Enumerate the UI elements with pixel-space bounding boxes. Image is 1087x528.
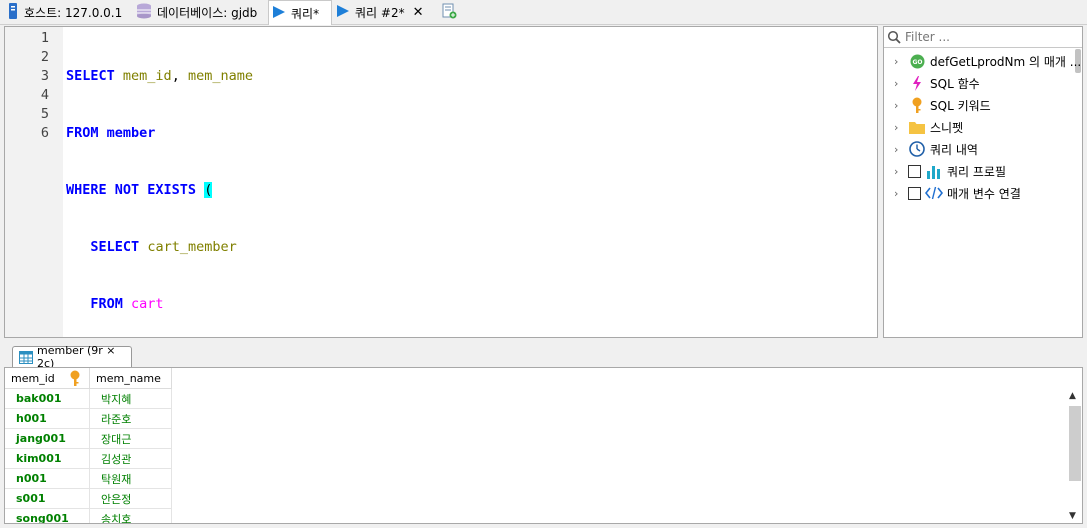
play-icon xyxy=(272,5,286,22)
line-number: 4 xyxy=(40,87,49,103)
folder-icon xyxy=(908,119,926,135)
document-tabbar: 호스트: 127.0.0.1 데이터베이스: gjdb 쿼리* 쿼리 #2* ✕ xyxy=(0,0,1087,25)
column-header-mem-name[interactable]: mem_name xyxy=(90,368,172,389)
cell-mem-name[interactable]: 송치호 xyxy=(90,509,172,523)
sidebar-item-label: SQL 함수 xyxy=(930,76,980,91)
result-tab-member[interactable]: member (9r × 2c) xyxy=(12,344,132,370)
chevron-right-icon[interactable]: › xyxy=(894,99,906,112)
sidebar-item-query-profile[interactable]: › 쿼리 프로필 xyxy=(894,161,1006,181)
bind-params-checkbox[interactable] xyxy=(908,186,921,200)
line-number: 3 xyxy=(40,68,49,84)
svg-text:GO: GO xyxy=(912,59,922,66)
tab-database-label: 데이터베이스: gjdb xyxy=(157,5,258,20)
sidebar-item-query-history[interactable]: › 쿼리 내역 xyxy=(894,139,978,159)
scroll-thumb[interactable] xyxy=(1069,406,1081,481)
sidebar-item-label: 매개 변수 연결 xyxy=(947,186,1021,201)
tab-query-1-label: 쿼리* xyxy=(291,6,320,21)
cell-mem-id[interactable]: song001 xyxy=(5,509,90,523)
cell-mem-id[interactable]: h001 xyxy=(5,409,90,429)
scroll-down-icon[interactable]: ▼ xyxy=(1069,511,1076,521)
column-header-label: mem_name xyxy=(96,371,161,385)
code-line-3: WHERE NOT EXISTS ( xyxy=(66,182,213,198)
sidebar-item-sql-functions[interactable]: › SQL 함수 xyxy=(894,73,980,93)
sql-editor[interactable]: 1 2 3 4 5 6 SELECT mem_id, mem_name FROM… xyxy=(4,26,878,338)
chevron-right-icon[interactable]: › xyxy=(894,187,906,200)
line-number: 1 xyxy=(40,30,49,46)
result-grid[interactable]: mem_id mem_name bak001 박지혜 h001 라준호 jang… xyxy=(4,367,1083,524)
cell-mem-id[interactable]: kim001 xyxy=(5,449,90,469)
chevron-right-icon[interactable]: › xyxy=(894,143,906,156)
sidebar-item-label: 스니펫 xyxy=(930,120,964,135)
sidebar-item-label: SQL 키워드 xyxy=(930,98,991,113)
chevron-right-icon[interactable]: › xyxy=(894,55,906,68)
tab-database[interactable]: 데이터베이스: gjdb xyxy=(133,1,267,23)
table-icon xyxy=(19,350,33,364)
go-icon: GO xyxy=(908,53,926,69)
cell-mem-name[interactable]: 탁원재 xyxy=(90,469,172,489)
filter-box[interactable] xyxy=(884,27,1082,48)
cell-mem-id[interactable]: bak001 xyxy=(5,389,90,409)
result-tabbar: member (9r × 2c) xyxy=(0,340,1087,370)
chevron-right-icon[interactable]: › xyxy=(894,77,906,90)
tab-host-label: 호스트: 127.0.0.1 xyxy=(24,5,123,20)
cell-mem-id[interactable]: s001 xyxy=(5,489,90,509)
line-number: 2 xyxy=(40,49,49,65)
cell-mem-id[interactable]: jang001 xyxy=(5,429,90,449)
database-icon xyxy=(136,3,152,22)
tab-query-1[interactable]: 쿼리* xyxy=(268,0,332,25)
tab-query-2[interactable]: 쿼리 #2* ✕ xyxy=(333,1,433,23)
cell-mem-name[interactable]: 박지혜 xyxy=(90,389,172,409)
sidebar-item-label: defGetLprodNm 의 매개 ... xyxy=(930,54,1082,69)
query-profile-checkbox[interactable] xyxy=(908,164,921,178)
sidebar-item-label: 쿼리 내역 xyxy=(930,142,978,157)
column-header-mem-id[interactable]: mem_id xyxy=(5,368,90,389)
cell-mem-name[interactable]: 장대근 xyxy=(90,429,172,449)
sidebar-item-bind-params[interactable]: › 매개 변수 연결 xyxy=(894,183,1021,203)
play-icon xyxy=(336,4,350,21)
line-number: 5 xyxy=(40,106,49,122)
primary-key-icon xyxy=(69,370,81,389)
cell-mem-name[interactable]: 안은정 xyxy=(90,489,172,509)
key-icon xyxy=(908,97,926,113)
bar-chart-icon xyxy=(925,163,943,179)
code-line-2: FROM member xyxy=(66,125,156,141)
server-icon xyxy=(7,2,19,22)
code-line-5: FROM cart xyxy=(90,296,164,312)
line-number-gutter: 1 2 3 4 5 6 xyxy=(5,27,63,337)
close-icon[interactable]: ✕ xyxy=(413,5,424,20)
line-number: 6 xyxy=(40,125,49,141)
tab-query-2-label: 쿼리 #2* xyxy=(355,5,405,20)
sidebar-item-snippets[interactable]: › 스니펫 xyxy=(894,117,963,137)
column-header-label: mem_id xyxy=(11,371,55,385)
code-line-4: SELECT cart_member xyxy=(90,239,237,255)
clock-icon xyxy=(908,141,926,157)
helper-panel: › GO defGetLprodNm 의 매개 ... › SQL 함수 › S… xyxy=(883,26,1083,338)
sidebar-item-label: 쿼리 프로필 xyxy=(947,164,1007,179)
chevron-right-icon[interactable]: › xyxy=(894,121,906,134)
code-line-1: SELECT mem_id, mem_name xyxy=(66,68,254,84)
cell-mem-name[interactable]: 김성관 xyxy=(90,449,172,469)
chevron-right-icon[interactable]: › xyxy=(894,165,906,178)
cell-mem-name[interactable]: 라준호 xyxy=(90,409,172,429)
new-query-tab-button[interactable] xyxy=(438,1,460,23)
sql-code[interactable]: SELECT mem_id, mem_name FROM member WHER… xyxy=(66,29,319,337)
scroll-up-icon[interactable]: ▲ xyxy=(1069,391,1076,401)
code-icon xyxy=(925,185,943,201)
cell-mem-id[interactable]: n001 xyxy=(5,469,90,489)
result-scrollbar[interactable]: ▲ ▼ xyxy=(1067,389,1081,523)
tab-host[interactable]: 호스트: 127.0.0.1 xyxy=(4,1,132,23)
new-query-icon xyxy=(441,3,457,22)
sidebar-item-procedure-params[interactable]: › GO defGetLprodNm 의 매개 ... xyxy=(894,51,1081,71)
sidebar-item-sql-keywords[interactable]: › SQL 키워드 xyxy=(894,95,991,115)
lightning-icon xyxy=(908,75,926,91)
filter-input[interactable] xyxy=(903,29,1077,45)
search-icon xyxy=(887,30,901,44)
